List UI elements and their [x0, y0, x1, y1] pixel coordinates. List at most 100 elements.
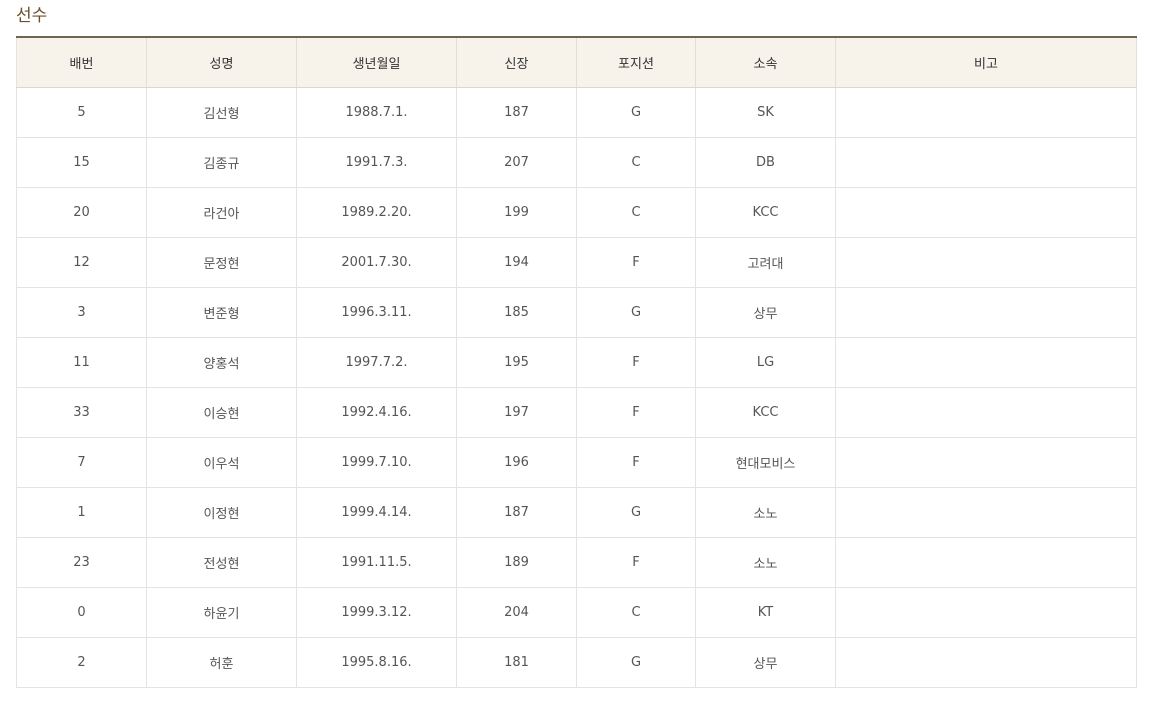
cell-note	[835, 86, 1137, 138]
cell-note	[835, 636, 1137, 688]
table-row: 0 하윤기 1999.3.12. 204 C KT	[16, 586, 1137, 638]
cell-team: KCC	[695, 186, 836, 238]
cell-team: LG	[695, 336, 836, 388]
cell-number: 2	[16, 636, 147, 688]
cell-name: 문정현	[146, 236, 297, 288]
cell-birthdate: 1996.3.11.	[296, 286, 457, 338]
table-header: 배번 성명 생년월일 신장 포지션 소속 비고	[16, 36, 1137, 88]
cell-position: G	[576, 486, 696, 538]
cell-number: 7	[16, 436, 147, 488]
cell-position: C	[576, 186, 696, 238]
cell-number: 0	[16, 586, 147, 638]
cell-name: 라건아	[146, 186, 297, 238]
cell-note	[835, 586, 1137, 638]
cell-team: 현대모비스	[695, 436, 836, 488]
cell-position: G	[576, 636, 696, 688]
table-row: 12 문정현 2001.7.30. 194 F 고려대	[16, 236, 1137, 288]
cell-team: 고려대	[695, 236, 836, 288]
table-row: 7 이우석 1999.7.10. 196 F 현대모비스	[16, 436, 1137, 488]
cell-team: KCC	[695, 386, 836, 438]
cell-height: 194	[456, 236, 577, 288]
section-title: 선수	[16, 6, 48, 26]
table-row: 5 김선형 1988.7.1. 187 G SK	[16, 86, 1137, 138]
cell-name: 김종규	[146, 136, 297, 188]
cell-height: 187	[456, 86, 577, 138]
cell-note	[835, 386, 1137, 438]
cell-position: F	[576, 536, 696, 588]
cell-note	[835, 436, 1137, 488]
cell-name: 변준형	[146, 286, 297, 338]
cell-number: 5	[16, 86, 147, 138]
header-team: 소속	[695, 36, 836, 88]
cell-position: G	[576, 86, 696, 138]
page: 선수 배번 성명 생년월일 신장 포지션 소속 비고 5 김선형 1988.7.1.…	[0, 0, 1150, 702]
cell-note	[835, 186, 1137, 238]
cell-birthdate: 1991.11.5.	[296, 536, 457, 588]
cell-birthdate: 1992.4.16.	[296, 386, 457, 438]
cell-name: 이승현	[146, 386, 297, 438]
cell-team: 상무	[695, 286, 836, 338]
cell-birthdate: 1989.2.20.	[296, 186, 457, 238]
cell-name: 이정현	[146, 486, 297, 538]
table-row: 23 전성현 1991.11.5. 189 F 소노	[16, 536, 1137, 588]
cell-note	[835, 286, 1137, 338]
table-row: 33 이승현 1992.4.16. 197 F KCC	[16, 386, 1137, 438]
cell-note	[835, 136, 1137, 188]
cell-height: 185	[456, 286, 577, 338]
cell-height: 196	[456, 436, 577, 488]
cell-team: SK	[695, 86, 836, 138]
cell-birthdate: 1988.7.1.	[296, 86, 457, 138]
header-position: 포지션	[576, 36, 696, 88]
table-row: 11 양홍석 1997.7.2. 195 F LG	[16, 336, 1137, 388]
cell-number: 12	[16, 236, 147, 288]
cell-position: F	[576, 236, 696, 288]
cell-number: 1	[16, 486, 147, 538]
cell-birthdate: 1999.7.10.	[296, 436, 457, 488]
cell-note	[835, 486, 1137, 538]
cell-height: 197	[456, 386, 577, 438]
cell-birthdate: 2001.7.30.	[296, 236, 457, 288]
cell-name: 하윤기	[146, 586, 297, 638]
cell-birthdate: 1995.8.16.	[296, 636, 457, 688]
cell-position: F	[576, 436, 696, 488]
cell-birthdate: 1991.7.3.	[296, 136, 457, 188]
cell-number: 23	[16, 536, 147, 588]
cell-birthdate: 1999.4.14.	[296, 486, 457, 538]
cell-position: C	[576, 586, 696, 638]
player-table: 배번 성명 생년월일 신장 포지션 소속 비고 5 김선형 1988.7.1. 187…	[16, 36, 1137, 688]
cell-team: KT	[695, 586, 836, 638]
cell-note	[835, 236, 1137, 288]
cell-name: 양홍석	[146, 336, 297, 388]
header-number: 배번	[16, 36, 147, 88]
table-body: 5 김선형 1988.7.1. 187 G SK 15 김종규 1991.7.3. 207 C DB 2…	[16, 86, 1137, 688]
cell-number: 33	[16, 386, 147, 438]
cell-height: 187	[456, 486, 577, 538]
header-note: 비고	[835, 36, 1137, 88]
cell-position: F	[576, 386, 696, 438]
cell-height: 181	[456, 636, 577, 688]
cell-number: 15	[16, 136, 147, 188]
table-row: 20 라건아 1989.2.20. 199 C KCC	[16, 186, 1137, 238]
cell-note	[835, 536, 1137, 588]
cell-position: C	[576, 136, 696, 188]
cell-height: 207	[456, 136, 577, 188]
cell-name: 이우석	[146, 436, 297, 488]
cell-height: 199	[456, 186, 577, 238]
cell-birthdate: 1999.3.12.	[296, 586, 457, 638]
cell-note	[835, 336, 1137, 388]
header-name: 성명	[146, 36, 297, 88]
cell-team: 소노	[695, 486, 836, 538]
header-birthdate: 생년월일	[296, 36, 457, 88]
cell-name: 허훈	[146, 636, 297, 688]
cell-height: 204	[456, 586, 577, 638]
table-row: 3 변준형 1996.3.11. 185 G 상무	[16, 286, 1137, 338]
cell-height: 189	[456, 536, 577, 588]
cell-team: 소노	[695, 536, 836, 588]
table-row: 1 이정현 1999.4.14. 187 G 소노	[16, 486, 1137, 538]
header-row: 배번 성명 생년월일 신장 포지션 소속 비고	[16, 36, 1137, 88]
table-row: 2 허훈 1995.8.16. 181 G 상무	[16, 636, 1137, 688]
header-height: 신장	[456, 36, 577, 88]
cell-team: DB	[695, 136, 836, 188]
cell-birthdate: 1997.7.2.	[296, 336, 457, 388]
cell-team: 상무	[695, 636, 836, 688]
